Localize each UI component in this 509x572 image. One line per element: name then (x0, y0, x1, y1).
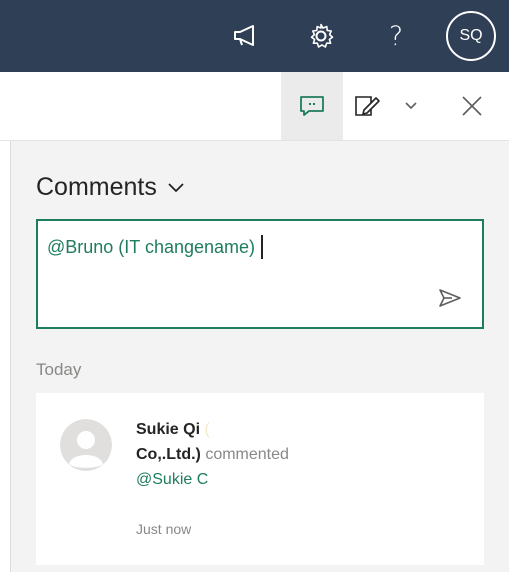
edit-note-icon (355, 96, 380, 116)
send-button[interactable] (433, 281, 467, 315)
megaphone-icon-graphic (234, 25, 254, 46)
canvas-edge (0, 141, 11, 572)
pane-toolbar (0, 72, 509, 141)
close-button[interactable] (454, 72, 490, 140)
comment-meta-line: Co,.Ltd.) commented (136, 442, 436, 467)
person-icon (60, 419, 112, 471)
comments-title: Comments (36, 173, 157, 201)
comment-author-line: Sukie Qi ( (136, 417, 436, 442)
help-icon[interactable]: ? (374, 14, 418, 58)
comment-input-value: @Bruno (IT changename) (47, 236, 256, 257)
comment-timestamp: Just now (136, 521, 192, 537)
comment-author-org: Co,.Ltd.) (136, 446, 201, 463)
send-icon (439, 289, 461, 307)
comment-button[interactable] (281, 72, 343, 140)
comment-author-suffix: ( (204, 421, 210, 438)
comment-input-text: @Bruno (IT changename) (47, 235, 264, 259)
comment-text[interactable]: @Sukie C (136, 467, 436, 492)
megaphone-icon[interactable] (224, 14, 268, 58)
comment-action: commented (205, 446, 289, 463)
comments-pane: Comments @Bruno (IT changename) Today Su… (11, 141, 509, 572)
comment-card[interactable]: Sukie Qi ( Co,.Ltd.) commented @Sukie C … (36, 393, 484, 565)
comments-header[interactable]: Comments (36, 173, 185, 202)
chevron-down-icon (168, 182, 184, 192)
comment-input[interactable]: @Bruno (IT changename) (36, 219, 484, 329)
avatar (60, 419, 112, 471)
chevron-down-icon (405, 102, 417, 110)
close-icon (462, 96, 482, 116)
comment-author: Sukie Qi (136, 421, 201, 438)
comment-body: Sukie Qi ( Co,.Ltd.) commented @Sukie C (136, 417, 436, 492)
user-initials: SQ (459, 27, 483, 44)
gear-icon[interactable] (299, 14, 343, 58)
gear-icon-graphic (310, 23, 334, 48)
user-avatar[interactable]: SQ (446, 11, 496, 61)
app-header: ? SQ (0, 0, 509, 72)
edit-note-button[interactable] (347, 72, 389, 140)
comment-icon (300, 96, 324, 116)
date-group-label: Today (36, 360, 82, 379)
text-caret (261, 235, 264, 259)
more-options-button[interactable] (398, 72, 424, 140)
